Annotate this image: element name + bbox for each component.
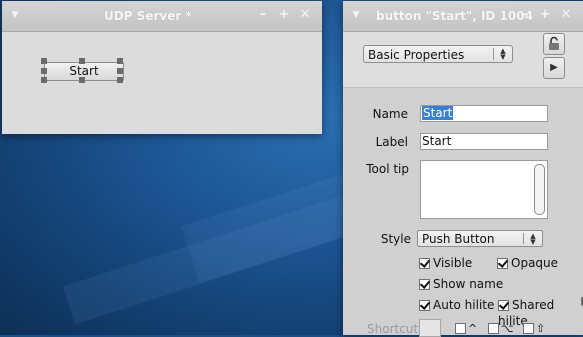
resize-handle-top-left[interactable] [41, 58, 47, 64]
style-selector-value: Push Button [422, 232, 495, 246]
inspector-title: button "Start", ID 1004 [376, 9, 533, 23]
up-down-arrows-icon: ▲ ▼ [530, 232, 536, 246]
control-modifier-glyph: ^ [468, 322, 478, 335]
resize-handle-bottom[interactable] [79, 77, 85, 83]
shared-hilite-checkbox[interactable]: Shared hilite [498, 297, 583, 328]
mouse-cursor-icon: ╷ [578, 290, 583, 306]
udp-window-body [2, 32, 322, 134]
selector-divider [493, 48, 494, 60]
checkmark-icon [419, 300, 430, 311]
resize-handle-top[interactable] [79, 58, 85, 64]
tooltip-label: Tool tip [366, 162, 409, 176]
show-name-checkbox-label: Show name [433, 277, 504, 291]
play-icon[interactable]: ▶ [543, 57, 565, 79]
control-modifier-checkbox[interactable]: ^ [455, 322, 477, 336]
opaque-checkbox[interactable]: Opaque [497, 255, 558, 271]
checkmark-icon [498, 300, 509, 311]
auto-hilite-checkbox-label: Auto hilite [433, 298, 495, 312]
close-icon[interactable]: ✕ [559, 8, 573, 22]
checkbox-icon [523, 323, 534, 334]
maximize-icon[interactable]: + [538, 8, 552, 22]
checkbox-icon [455, 323, 466, 334]
resize-handle-right[interactable] [117, 68, 123, 74]
label-field[interactable]: Start [420, 133, 548, 150]
close-icon[interactable]: ✕ [298, 8, 312, 22]
checkbox-icon [488, 323, 499, 334]
checkmark-icon [497, 258, 508, 269]
opaque-checkbox-label: Opaque [511, 256, 559, 270]
selector-divider [523, 233, 524, 244]
style-selector[interactable]: Push Button ▲ ▼ [417, 230, 543, 247]
visible-checkbox-label: Visible [433, 256, 473, 270]
name-label: Name [372, 107, 408, 121]
show-name-checkbox[interactable]: Show name [419, 276, 503, 292]
auto-hilite-checkbox[interactable]: Auto hilite [419, 297, 494, 313]
property-inspector-window: ▼ button "Start", ID 1004 – + ✕ Basic Pr… [343, 1, 583, 337]
resize-handle-left[interactable] [41, 68, 47, 74]
properties-selector[interactable]: Basic Properties ▲ ▼ [363, 45, 513, 63]
resize-handle-bottom-left[interactable] [41, 77, 47, 83]
tooltip-textarea[interactable] [420, 160, 548, 219]
udp-window-titlebar[interactable]: ▼ UDP Server * – + ✕ [2, 1, 322, 32]
option-modifier-glyph: ⌥ [501, 322, 514, 335]
udp-server-window: ▼ UDP Server * – + ✕ Start [2, 1, 322, 134]
window-menu-icon[interactable]: ▼ [349, 8, 363, 22]
maximize-icon[interactable]: + [277, 8, 291, 22]
checkmark-icon [419, 258, 430, 269]
shortcut-label: Shortcut [367, 322, 419, 336]
minimize-icon[interactable]: – [256, 8, 270, 22]
label-label: Label [375, 135, 408, 149]
visible-checkbox[interactable]: Visible [419, 255, 472, 271]
resize-handle-bottom-right[interactable] [117, 77, 123, 83]
shift-modifier-glyph: ⇧ [536, 322, 546, 335]
style-label: Style [380, 232, 411, 246]
udp-window-title: UDP Server * [104, 9, 192, 23]
minimize-icon[interactable]: – [517, 8, 531, 22]
option-modifier-checkbox[interactable]: ⌥ [488, 322, 514, 336]
inspector-header-area: Basic Properties ▲ ▼ ▶ [343, 32, 583, 88]
up-down-arrows-icon: ▲ ▼ [500, 47, 506, 61]
name-field-value: Start [422, 106, 454, 120]
resize-handle-top-right[interactable] [117, 58, 123, 64]
inspector-titlebar[interactable]: ▼ button "Start", ID 1004 – + ✕ [343, 1, 583, 32]
checkmark-icon [419, 279, 430, 290]
tooltip-scrollbar[interactable] [534, 164, 545, 215]
shift-modifier-checkbox[interactable]: ⇧ [523, 322, 545, 336]
window-menu-icon[interactable]: ▼ [8, 8, 22, 22]
properties-selector-value: Basic Properties [368, 48, 465, 62]
shortcut-key-field[interactable] [419, 319, 441, 337]
unlock-icon[interactable] [543, 33, 565, 55]
name-field[interactable]: Start [420, 105, 548, 122]
